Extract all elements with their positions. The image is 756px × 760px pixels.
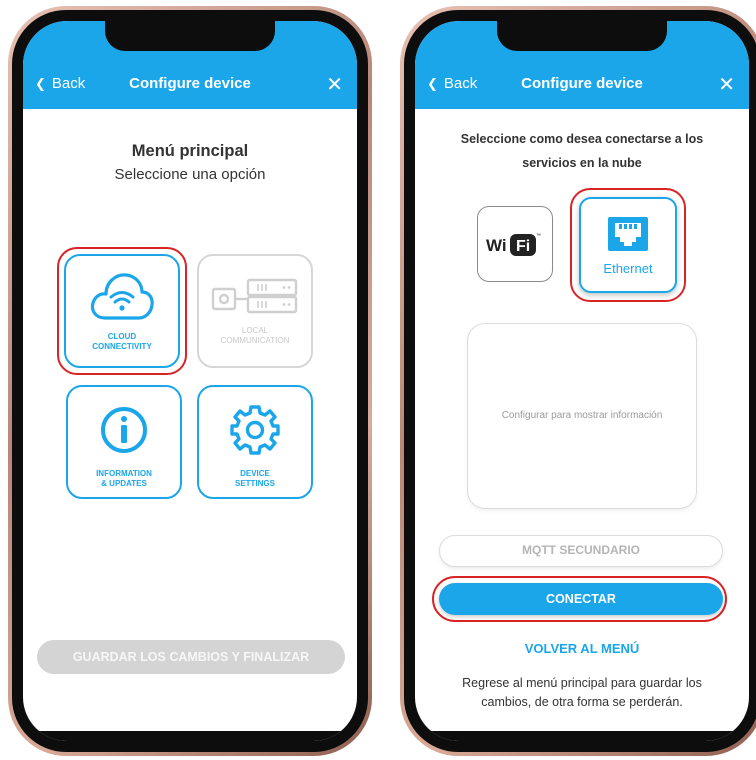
wifi-logo-icon: Wi Fi ™ (486, 233, 541, 256)
ethernet-label: Ethernet (603, 261, 653, 276)
svg-text:™: ™ (536, 233, 541, 239)
right-phone-bezel: ❮ Back Configure device ✕ Seleccione com… (404, 10, 756, 752)
wifi-logo-text: Wi (486, 236, 507, 255)
gear-icon (230, 405, 280, 455)
save-reminder-note: Regrese al menú principal para guardar l… (462, 676, 702, 709)
close-icon[interactable]: ✕ (718, 72, 735, 97)
tile-label: DEVICE (240, 469, 270, 478)
notch (497, 21, 667, 51)
header-title: Configure device (521, 75, 643, 92)
tile-label: INFORMATION (96, 469, 152, 478)
info-icon (101, 407, 147, 453)
save-finish-button[interactable]: GUARDAR LOS CAMBIOS Y FINALIZAR (37, 640, 345, 674)
tile-label: & UPDATES (101, 479, 147, 488)
phone-bottom-bezel (415, 731, 749, 741)
phone-bottom-bezel (23, 731, 357, 741)
info-panel: Configurar para mostrar información (467, 323, 697, 509)
page-title: Menú principal (131, 142, 249, 160)
local-server-icon (211, 278, 298, 314)
connect-button[interactable]: CONECTAR (439, 583, 723, 615)
ethernet-option[interactable]: Ethernet (579, 197, 677, 293)
connection-prompt-line2: servicios en la nube (522, 156, 642, 170)
connection-prompt: Seleccione como desea conectarse a los s… (429, 127, 735, 175)
left-phone-bezel: ❮ Back Configure device ✕ Menú principal… (12, 10, 368, 752)
tile-label: COMMUNICATION (220, 336, 290, 345)
information-updates-tile[interactable]: INFORMATION & UPDATES (66, 385, 182, 499)
local-communication-tile[interactable]: LOCAL COMMUNICATION (197, 254, 313, 368)
close-icon[interactable]: ✕ (326, 72, 343, 97)
tile-label: SETTINGS (234, 479, 275, 488)
device-settings-tile[interactable]: DEVICE SETTINGS (197, 385, 313, 499)
wifi-option[interactable]: Wi Fi ™ (477, 206, 553, 282)
cloud-wifi-icon (90, 273, 154, 320)
connection-prompt-line1: Seleccione como desea conectarse a los (460, 132, 704, 146)
wifi-logo-box-text: Fi (516, 238, 530, 255)
tile-label: CLOUD (107, 332, 137, 341)
right-screen: ❮ Back Configure device ✕ Seleccione com… (415, 21, 749, 741)
tile-label: LOCAL (241, 326, 269, 335)
left-screen: ❮ Back Configure device ✕ Menú principal… (23, 21, 357, 741)
page-subtitle: Seleccione una opción (114, 166, 266, 183)
cloud-connectivity-tile[interactable]: CLOUD CONNECTIVITY (64, 254, 180, 368)
notch (105, 21, 275, 51)
header-title: Configure device (129, 75, 251, 92)
tile-label: CONNECTIVITY (92, 342, 152, 351)
info-placeholder-text: Configurar para mostrar información (501, 410, 663, 421)
back-to-menu-link[interactable]: VOLVER AL MENÚ (415, 641, 749, 656)
mqtt-secondary-button[interactable]: MQTT SECUNDARIO (439, 535, 723, 567)
left-phone-frame: ❮ Back Configure device ✕ Menú principal… (8, 6, 372, 756)
ethernet-port-icon (608, 217, 648, 251)
right-phone-frame: ❮ Back Configure device ✕ Seleccione com… (400, 6, 756, 756)
